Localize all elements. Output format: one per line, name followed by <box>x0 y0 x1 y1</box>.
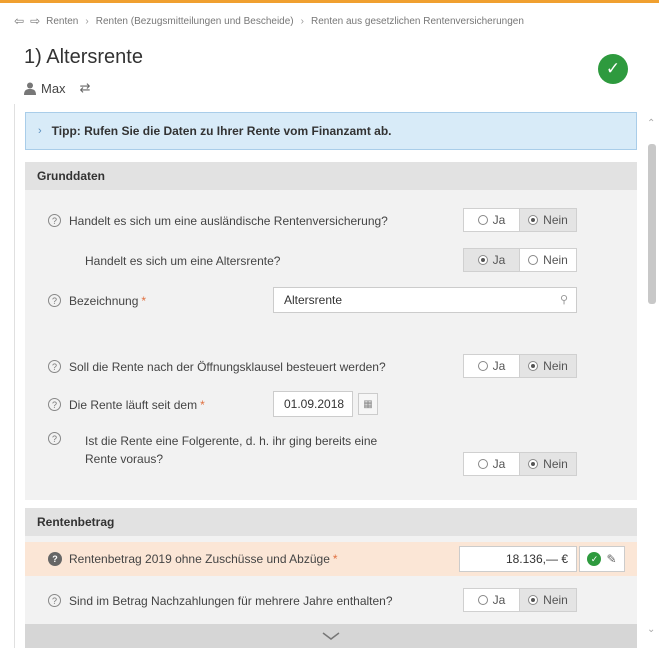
forward-arrow-icon[interactable]: ⇨ <box>30 14 40 28</box>
radio-ja-auslaendisch[interactable]: Ja <box>463 208 520 232</box>
page-title: 1) Altersrente <box>24 46 143 68</box>
breadcrumb-separator-icon: › <box>85 15 89 27</box>
radio-ja-oeffnungsklausel[interactable]: Ja <box>463 354 520 378</box>
radio-group-oeffnungsklausel: Ja Nein <box>463 354 577 378</box>
section-header-grunddaten: Grunddaten <box>25 162 637 190</box>
rentenbetrag-input[interactable]: 18.136,— € <box>459 546 577 572</box>
radio-dot-icon <box>528 361 539 371</box>
label-bezeichnung: Bezeichnung * <box>69 294 147 308</box>
section-header-rentenbetrag: Rentenbetrag <box>25 508 637 536</box>
radio-nein-folgerente[interactable]: Nein <box>520 452 577 476</box>
tip-text: Tipp: Rufen Sie die Daten zu Ihrer Rente… <box>51 124 392 138</box>
radio-group-altersrente: Ja Nein <box>463 248 577 272</box>
vertical-scrollbar[interactable]: ⌃ ⌄ <box>645 104 659 648</box>
help-icon[interactable]: ? <box>48 214 61 227</box>
calendar-icon[interactable]: ▦ <box>358 393 378 415</box>
question-altersrente: Handelt es sich um eine Altersrente? <box>85 254 281 268</box>
radio-ja-folgerente[interactable]: Ja <box>463 452 520 476</box>
pin-icon[interactable]: ⚲ <box>560 293 568 306</box>
tip-banner[interactable]: › Tipp: Rufen Sie die Daten zu Ihrer Ren… <box>25 112 637 150</box>
radio-dot-icon <box>528 595 539 605</box>
expand-more-button[interactable] <box>25 624 637 648</box>
radio-dot-icon <box>528 255 539 265</box>
breadcrumb-item-gesetzlich[interactable]: Renten aus gesetzlichen Rentenversicheru… <box>311 16 524 27</box>
help-icon[interactable]: ? <box>48 432 61 445</box>
radio-nein-nachzahlungen[interactable]: Nein <box>520 588 577 612</box>
help-icon[interactable]: ? <box>48 360 61 373</box>
radio-nein-auslaendisch[interactable]: Nein <box>520 208 577 232</box>
breadcrumb-separator-icon: › <box>300 15 304 27</box>
bezeichnung-input[interactable]: Altersrente ⚲ <box>273 287 577 313</box>
user-name: Max <box>41 80 66 96</box>
radio-ja-nachzahlungen[interactable]: Ja <box>463 588 520 612</box>
radio-group-folgerente: Ja Nein <box>463 452 577 476</box>
chevron-down-icon <box>322 632 340 640</box>
form-scroll-area: › Tipp: Rufen Sie die Daten zu Ihrer Ren… <box>14 104 644 648</box>
breadcrumb-item-bescheide[interactable]: Renten (Bezugsmitteilungen und Bescheide… <box>96 16 294 27</box>
pencil-icon[interactable]: ✎ <box>606 552 616 566</box>
radio-dot-icon <box>528 215 539 225</box>
scroll-down-icon[interactable]: ⌄ <box>647 624 655 635</box>
question-folgerente-line1: Ist die Rente eine Folgerente, d. h. ihr… <box>85 434 378 448</box>
radio-nein-oeffnungsklausel[interactable]: Nein <box>520 354 577 378</box>
status-complete-icon: ✓ <box>598 54 628 84</box>
user-row: Max ⇄ <box>24 80 90 96</box>
breadcrumb: ⇦ ⇨ Renten › Renten (Bezugsmitteilungen … <box>14 12 654 30</box>
chevron-right-icon: › <box>38 125 42 137</box>
radio-dot-icon <box>477 361 488 371</box>
radio-ja-altersrente[interactable]: Ja <box>463 248 520 272</box>
scroll-up-icon[interactable]: ⌃ <box>647 118 655 129</box>
top-accent-line <box>0 0 659 3</box>
section-rentenbetrag: Rentenbetrag ? Rentenbetrag 2019 ohne Zu… <box>25 508 637 624</box>
radio-dot-icon <box>477 215 488 225</box>
help-icon[interactable]: ? <box>48 398 61 411</box>
radio-dot-icon <box>477 255 488 265</box>
radio-group-nachzahlungen: Ja Nein <box>463 588 577 612</box>
question-oeffnungsklausel: Soll die Rente nach der Öffnungsklausel … <box>69 360 386 374</box>
radio-dot-icon <box>477 595 488 605</box>
radio-dot-icon <box>477 459 488 469</box>
radio-dot-icon <box>528 459 539 469</box>
breadcrumb-item-renten[interactable]: Renten <box>46 16 78 27</box>
info-icon[interactable]: ? <box>48 552 62 566</box>
question-nachzahlungen: Sind im Betrag Nachzahlungen für mehrere… <box>69 594 393 608</box>
swap-person-icon[interactable]: ⇄ <box>80 80 91 96</box>
question-auslaendisch: Handelt es sich um eine ausländische Ren… <box>69 214 388 228</box>
label-rente-seit: Die Rente läuft seit dem * <box>69 398 205 412</box>
rentenbetrag-actions: ✓ ✎ <box>579 546 625 572</box>
scrollbar-thumb[interactable] <box>648 144 656 304</box>
question-folgerente-line2: Rente voraus? <box>85 452 164 466</box>
radio-group-auslaendisch: Ja Nein <box>463 208 577 232</box>
back-arrow-icon[interactable]: ⇦ <box>14 14 24 28</box>
section-grunddaten: Grunddaten ? Handelt es sich um eine aus… <box>25 162 637 500</box>
label-rentenbetrag: Rentenbetrag 2019 ohne Zuschüsse und Abz… <box>69 552 338 566</box>
check-icon: ✓ <box>587 552 602 566</box>
help-icon[interactable]: ? <box>48 594 61 607</box>
radio-nein-altersrente[interactable]: Nein <box>520 248 577 272</box>
help-icon[interactable]: ? <box>48 294 61 307</box>
rente-seit-date-input[interactable]: 01.09.2018 <box>273 391 353 417</box>
person-icon <box>24 82 36 95</box>
